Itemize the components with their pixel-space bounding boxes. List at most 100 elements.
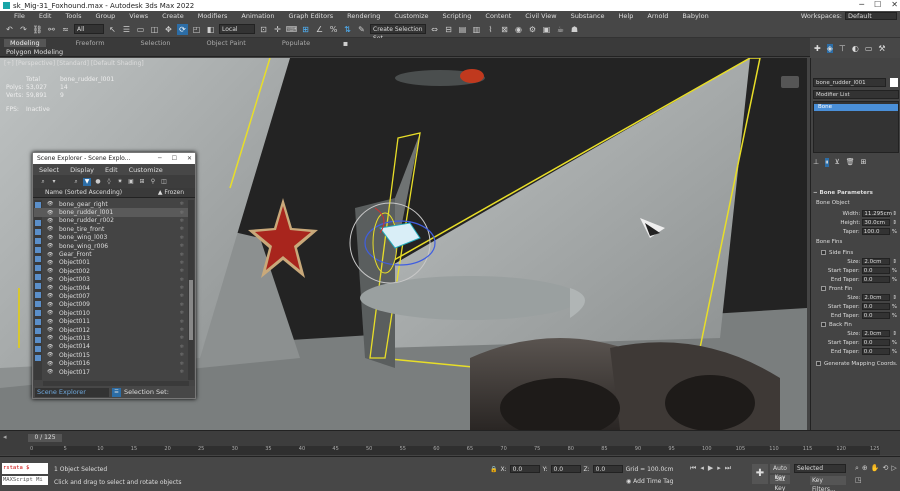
width-spinner-icon[interactable]: ⇕: [892, 211, 897, 217]
set-keys-button[interactable]: ✚: [752, 464, 768, 484]
pin-stack-icon[interactable]: ⊥: [813, 158, 819, 167]
rotate-icon[interactable]: ⟳: [177, 23, 188, 35]
select-object-icon[interactable]: ↖: [107, 24, 118, 35]
height-spinner-icon[interactable]: ⇕: [892, 220, 897, 226]
spinner-snap-icon[interactable]: ⇅: [342, 24, 353, 35]
render-setup-icon[interactable]: ⚙: [527, 24, 538, 35]
menu-modifiers[interactable]: Modifiers: [198, 12, 228, 20]
visibility-eye-icon[interactable]: 👁: [47, 260, 53, 266]
next-frame-icon[interactable]: ▸: [717, 464, 721, 473]
visibility-eye-icon[interactable]: 👁: [47, 210, 53, 216]
y-coord-field[interactable]: 0.0: [550, 465, 581, 473]
freeze-icon[interactable]: ❄: [180, 277, 184, 283]
visibility-eye-icon[interactable]: 👁: [47, 327, 53, 333]
modify-tab-icon[interactable]: ◈: [826, 43, 833, 53]
freeze-icon[interactable]: ❄: [180, 260, 184, 266]
se-name-column[interactable]: Name (Sorted Ascending): [45, 189, 122, 196]
se-find-icon[interactable]: ⌕: [39, 178, 47, 186]
material-editor-icon[interactable]: ◉: [513, 24, 524, 35]
scene-list-item[interactable]: 👁 Object012 ❄: [34, 326, 188, 334]
z-coord-field[interactable]: 0.0: [592, 465, 623, 473]
front-fin-box[interactable]: [821, 286, 826, 291]
menu-civil-view[interactable]: Civil View: [525, 12, 556, 20]
visibility-eye-icon[interactable]: 👁: [47, 319, 53, 325]
selection-filter-dropdown[interactable]: All: [74, 24, 104, 34]
scene-list-item[interactable]: 👁 Object001 ❄: [34, 259, 188, 267]
hierarchy-tab-icon[interactable]: ⊤: [839, 44, 846, 53]
x-coord-field[interactable]: 0.0: [509, 465, 540, 473]
prev-frame-icon[interactable]: ◂: [700, 464, 704, 473]
utilities-tab-icon[interactable]: ⚒: [878, 44, 885, 53]
select-manipulate-icon[interactable]: ✛: [272, 24, 283, 35]
se-shapes-icon[interactable]: ◊: [105, 178, 113, 186]
visibility-eye-icon[interactable]: 👁: [47, 369, 53, 375]
scene-list-item[interactable]: 👁 bone_wing_r006 ❄: [34, 242, 188, 250]
goto-end-icon[interactable]: ⏭: [725, 464, 731, 473]
se-filter-icon[interactable]: ▼: [83, 177, 91, 186]
undo-icon[interactable]: ↶: [4, 24, 15, 35]
se-frozen-column[interactable]: ▲ Frozen: [158, 189, 184, 196]
visibility-eye-icon[interactable]: 👁: [47, 293, 53, 299]
schematic-view-icon[interactable]: ⊠: [499, 24, 510, 35]
visibility-eye-icon[interactable]: 👁: [47, 201, 53, 207]
height-input[interactable]: 30.0cm: [862, 219, 891, 226]
tab-selection[interactable]: Selection: [135, 39, 177, 47]
side-size-input[interactable]: 2.0cm: [862, 258, 891, 265]
scene-list-item[interactable]: 👁 bone_rudder_l001 ❄: [34, 208, 188, 217]
se-layer-icon[interactable]: ☰: [112, 387, 121, 397]
side-fins-box[interactable]: [821, 250, 826, 255]
side-start-taper-input[interactable]: 0.0: [861, 267, 890, 274]
scene-list-item[interactable]: 👁 Object003 ❄: [34, 276, 188, 284]
menu-group[interactable]: Group: [96, 12, 116, 20]
maxscript-listener[interactable]: rstata $ (mig): [2, 463, 48, 482]
freeze-icon[interactable]: ❄: [180, 352, 184, 358]
freeze-icon[interactable]: ❄: [180, 235, 184, 241]
pivot-icon[interactable]: ⊡: [258, 24, 269, 35]
se-menu-customize[interactable]: Customize: [129, 166, 163, 174]
gen-mapping-box[interactable]: [816, 361, 821, 366]
taper-input[interactable]: 100.0: [861, 228, 890, 235]
field-of-view-icon[interactable]: ▷: [891, 464, 896, 473]
freeze-icon[interactable]: ❄: [180, 335, 184, 341]
side-fins-checkbox[interactable]: Side Fins: [813, 248, 899, 257]
menu-content[interactable]: Content: [485, 12, 511, 20]
freeze-icon[interactable]: ❄: [180, 302, 184, 308]
tab-freeform[interactable]: Freeform: [70, 39, 111, 47]
rendered-frame-icon[interactable]: ▣: [541, 24, 552, 35]
select-by-name-icon[interactable]: ☰: [121, 24, 132, 35]
minimize-button[interactable]: ─: [859, 0, 864, 9]
front-size-input[interactable]: 2.0cm: [862, 294, 891, 301]
freeze-icon[interactable]: ❄: [180, 361, 184, 367]
menu-babylon[interactable]: Babylon: [682, 12, 708, 20]
scene-list-item[interactable]: 👁 Object013 ❄: [34, 334, 188, 342]
menu-arnold[interactable]: Arnold: [647, 12, 668, 20]
show-end-result-icon[interactable]: ⏸: [825, 158, 829, 167]
curve-editor-icon[interactable]: ⌇: [485, 24, 496, 35]
keyboard-shortcut-icon[interactable]: ⌨: [286, 24, 298, 35]
move-icon[interactable]: ✥: [163, 24, 174, 35]
ribbon-panel-label[interactable]: Polygon Modeling: [0, 48, 810, 57]
viewport-label[interactable]: [+] [Perspective] [Standard] [Default Sh…: [4, 60, 144, 67]
freeze-icon[interactable]: ❄: [180, 243, 184, 249]
se-vertical-scrollbar[interactable]: [188, 200, 194, 380]
scene-list-item[interactable]: 👁 Object007 ❄: [34, 292, 188, 300]
configure-sets-icon[interactable]: ⊞: [861, 158, 867, 167]
se-maximize-button[interactable]: ☐: [172, 153, 177, 164]
visibility-eye-icon[interactable]: 👁: [47, 302, 53, 308]
angle-snap-icon[interactable]: ∠: [314, 24, 325, 35]
visibility-eye-icon[interactable]: 👁: [47, 226, 53, 232]
rect-selection-icon[interactable]: ▭: [135, 24, 146, 35]
snap-toggle-icon[interactable]: ⊞: [300, 24, 311, 35]
remove-modifier-icon[interactable]: 🗑: [846, 158, 855, 167]
zoom-icon[interactable]: ⌕: [855, 464, 859, 473]
lock-selection-icon[interactable]: 🔒: [490, 466, 497, 473]
width-input[interactable]: 11.295cm: [862, 210, 892, 217]
make-unique-icon[interactable]: ⊻: [835, 158, 840, 167]
visibility-eye-icon[interactable]: 👁: [47, 235, 53, 241]
front-size-spinner[interactable]: ⇕: [892, 295, 897, 301]
freeze-icon[interactable]: ❄: [180, 268, 184, 274]
menu-edit[interactable]: Edit: [39, 12, 52, 20]
se-selection-set-label[interactable]: Selection Set:: [124, 388, 169, 396]
visibility-eye-icon[interactable]: 👁: [47, 310, 53, 316]
freeze-icon[interactable]: ❄: [180, 210, 184, 216]
